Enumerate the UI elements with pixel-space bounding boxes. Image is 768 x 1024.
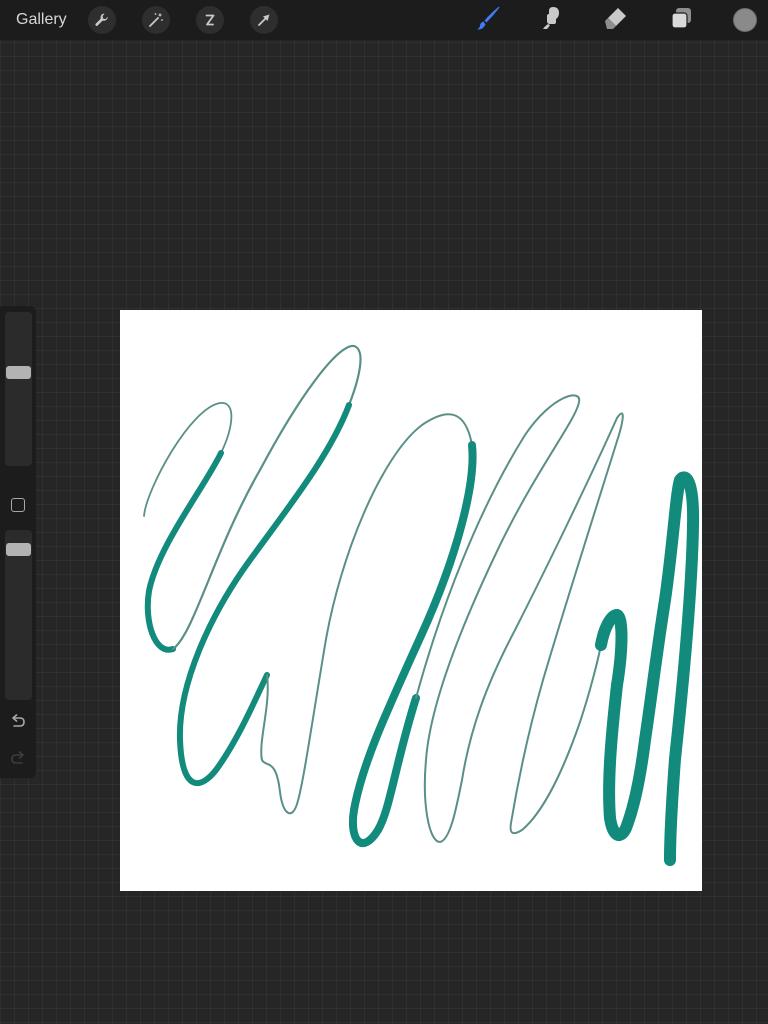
undo-icon <box>9 713 27 735</box>
selection-s-icon <box>202 12 218 28</box>
left-sidebar <box>0 306 36 778</box>
brush-strokes <box>143 344 700 866</box>
brush-size-slider-thumb[interactable] <box>6 366 31 379</box>
brush-icon <box>474 4 502 37</box>
brush-opacity-slider[interactable] <box>5 530 32 700</box>
brush-size-slider[interactable] <box>5 312 32 466</box>
adjustments-button[interactable] <box>142 6 170 34</box>
actions-button[interactable] <box>88 6 116 34</box>
undo-button[interactable] <box>8 713 28 735</box>
redo-button[interactable] <box>8 750 28 772</box>
layers-icon <box>669 6 693 35</box>
modify-button[interactable] <box>11 498 25 512</box>
brush-opacity-slider-thumb[interactable] <box>6 543 31 556</box>
brush-stroke <box>595 471 700 866</box>
eraser-icon <box>603 5 629 36</box>
arrow-cursor-icon <box>256 12 272 28</box>
gallery-button[interactable]: Gallery <box>16 10 67 30</box>
brush-stroke <box>415 394 624 844</box>
drawing-canvas[interactable] <box>120 310 702 891</box>
smudge-tool-button[interactable] <box>537 5 567 35</box>
brush-tool-button[interactable] <box>473 5 503 35</box>
layers-tool-button[interactable] <box>666 5 696 35</box>
redo-icon <box>9 750 27 772</box>
eraser-tool-button[interactable] <box>601 5 631 35</box>
transform-button[interactable] <box>250 6 278 34</box>
color-picker-button[interactable] <box>733 8 757 32</box>
smudge-icon <box>539 5 565 36</box>
brush-stroke <box>171 344 362 651</box>
magic-wand-icon <box>148 12 164 28</box>
brush-stroke <box>349 441 477 847</box>
top-toolbar: Gallery <box>0 0 768 40</box>
selection-button[interactable] <box>196 6 224 34</box>
wrench-icon <box>94 12 110 28</box>
